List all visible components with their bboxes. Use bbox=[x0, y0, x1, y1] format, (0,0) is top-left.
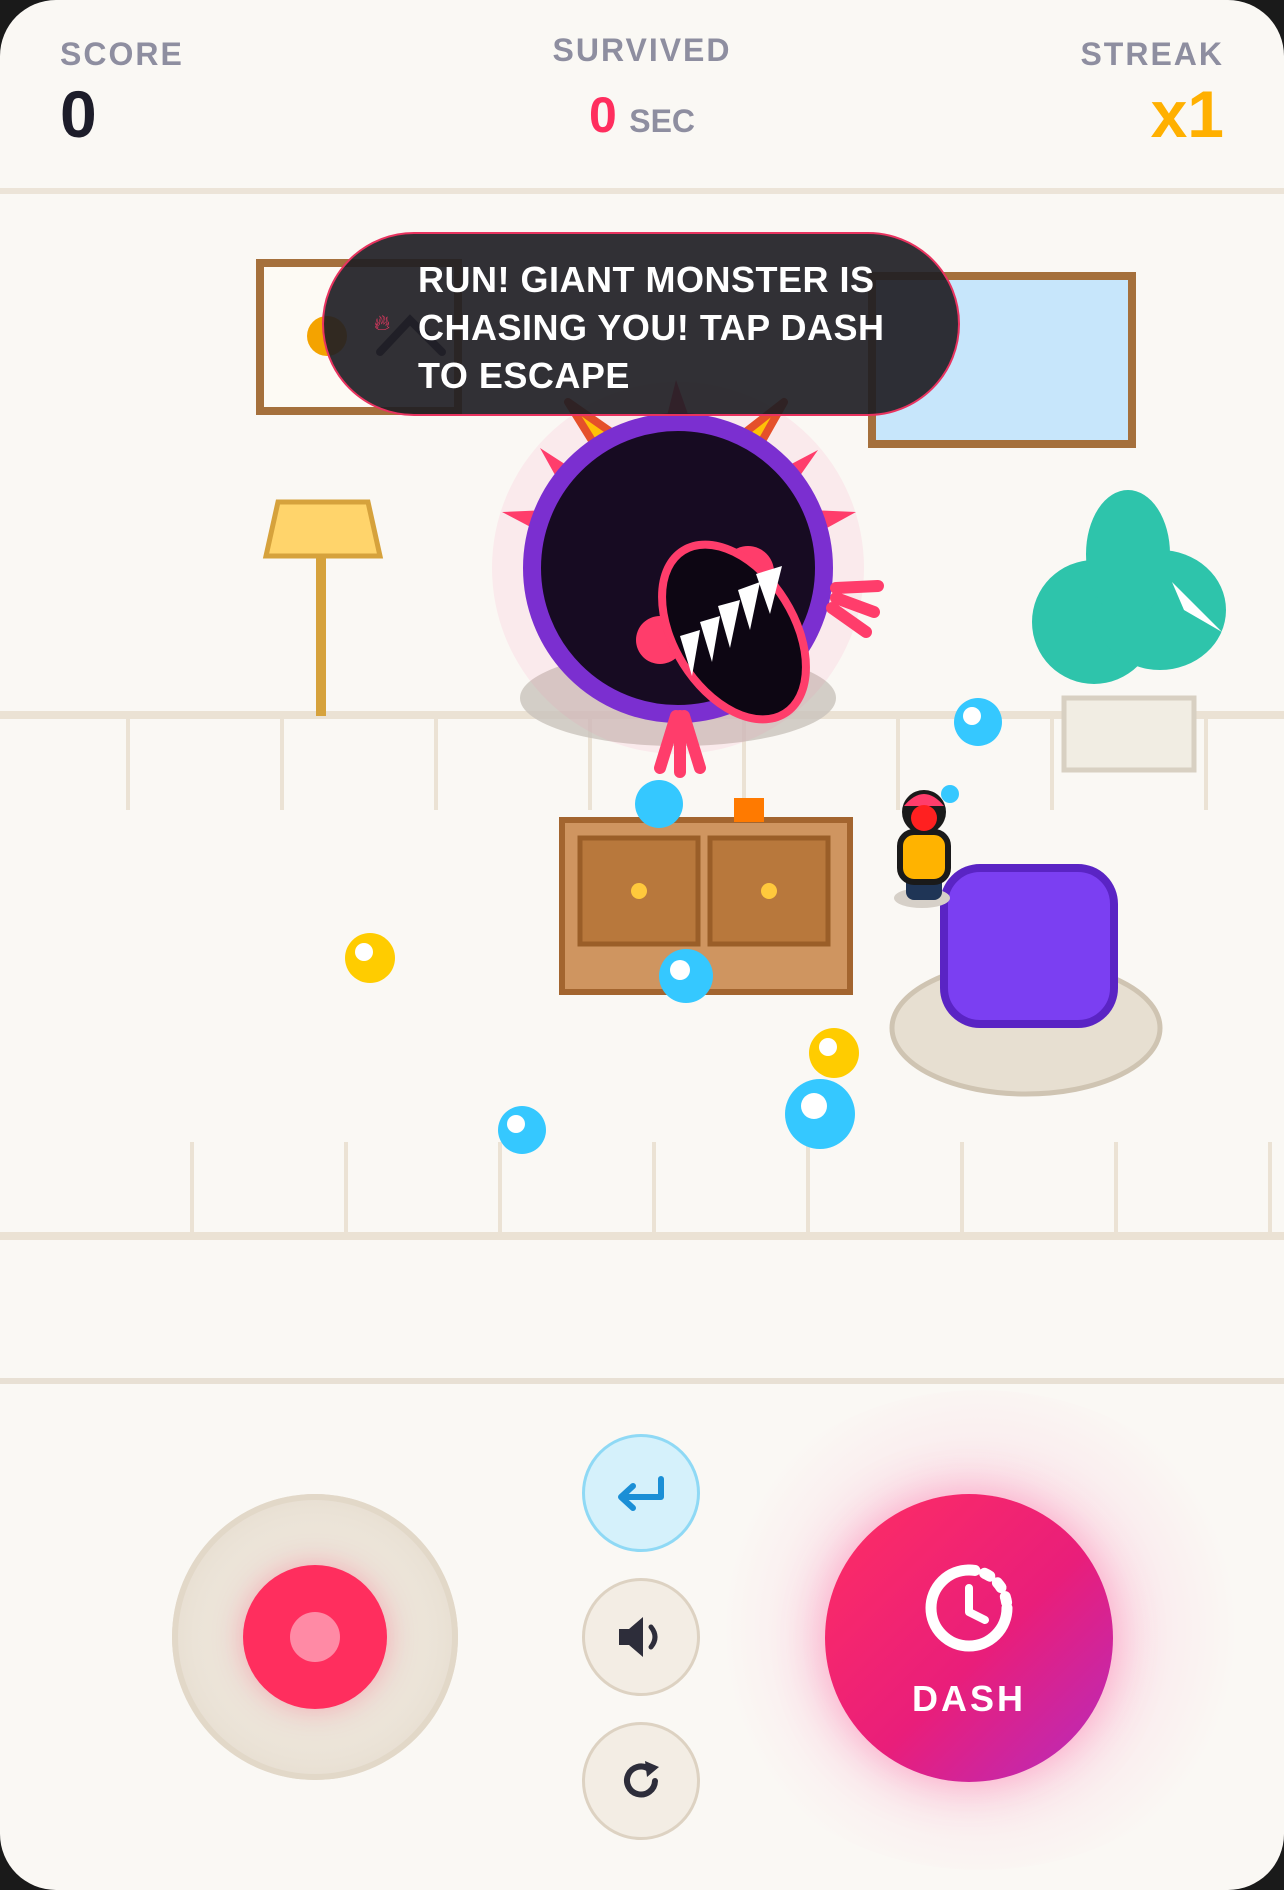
dash-button[interactable]: DASH bbox=[825, 1494, 1113, 1782]
joystick-center-dot bbox=[290, 1612, 340, 1662]
joystick[interactable] bbox=[172, 1494, 458, 1780]
joystick-knob[interactable] bbox=[243, 1565, 387, 1709]
sound-button[interactable] bbox=[582, 1578, 700, 1696]
flame-icon: 🔥︎ bbox=[374, 310, 391, 335]
return-arrow-icon bbox=[618, 1476, 664, 1511]
controls-divider bbox=[0, 1378, 1284, 1384]
objective-text: RUN! GIANT MONSTER IS CHASING YOU! TAP D… bbox=[418, 259, 885, 396]
room-scene bbox=[0, 259, 1284, 1240]
floor-lamp bbox=[262, 499, 384, 716]
speaker-icon bbox=[619, 1617, 658, 1657]
game-screen: SCORE 0 SURVIVED 0 SEC STREAK x1 🔥︎ RUN!… bbox=[0, 0, 1284, 1890]
dash-label: DASH bbox=[911, 1678, 1026, 1719]
restart-button[interactable] bbox=[582, 1722, 700, 1840]
back-button[interactable] bbox=[582, 1434, 700, 1552]
giant-monster bbox=[492, 380, 884, 778]
floor-line bbox=[0, 1232, 1284, 1240]
objective-banner: 🔥︎ RUN! GIANT MONSTER IS CHASING YOU! TA… bbox=[322, 232, 960, 416]
restart-icon bbox=[624, 1761, 659, 1798]
potted-plant bbox=[1032, 490, 1226, 773]
stopwatch-icon bbox=[925, 1564, 1013, 1652]
floor-tiles-lower bbox=[190, 1142, 1272, 1234]
